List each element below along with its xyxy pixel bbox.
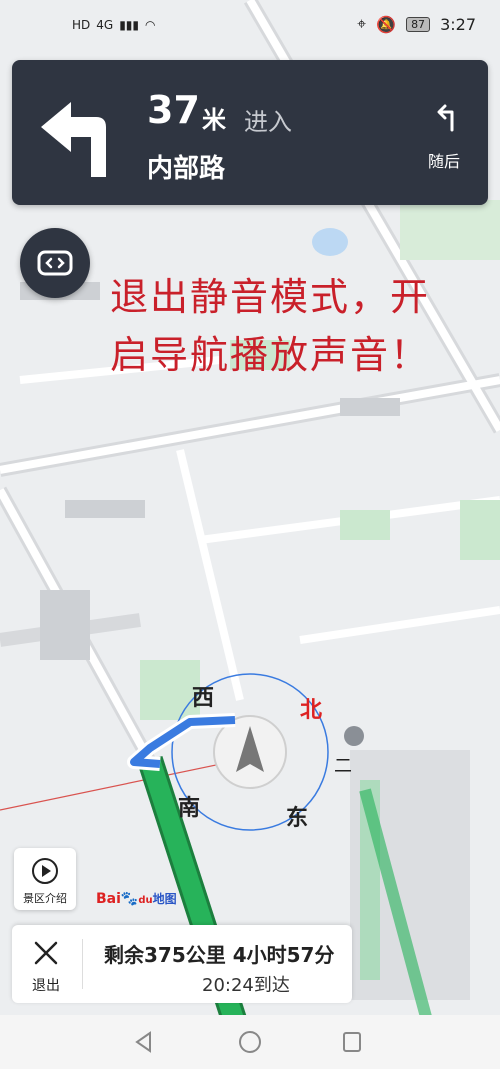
voice-mode-button[interactable] bbox=[20, 228, 90, 298]
battery-indicator: 87 bbox=[406, 16, 431, 32]
signal-icon: ▮▮▮ bbox=[119, 18, 140, 32]
location-icon: ⌖ bbox=[357, 14, 367, 33]
turn-left-arrow-icon bbox=[41, 102, 106, 177]
compass-east: 东 bbox=[286, 806, 309, 831]
status-time: 3:27 bbox=[440, 14, 476, 34]
distance-unit: 米 bbox=[202, 106, 226, 134]
logo-ditu: 地图 bbox=[152, 892, 177, 906]
scenic-intro-label: 景区介绍 bbox=[23, 892, 67, 905]
compass-south: 南 bbox=[178, 796, 201, 821]
compass-north: 北 bbox=[300, 698, 323, 723]
map-poi-label: 二 bbox=[334, 756, 352, 777]
recents-icon[interactable] bbox=[342, 1031, 362, 1053]
home-icon[interactable] bbox=[237, 1029, 263, 1055]
close-icon bbox=[34, 941, 58, 965]
network-indicator: 4G bbox=[96, 18, 114, 32]
back-icon[interactable] bbox=[132, 1030, 156, 1054]
baidu-map-logo: Bai🐾du地图 bbox=[96, 890, 177, 907]
logo-du: du bbox=[138, 895, 153, 906]
route-summary-bar[interactable]: 退出 剩余375公里 4小时57分 20:24到达 bbox=[12, 925, 352, 1003]
hd-indicator: HD bbox=[72, 18, 91, 32]
turn-instruction-card[interactable]: 37 米 进入 内部路 随后 bbox=[12, 60, 488, 205]
arrival-time: 20:24到达 bbox=[202, 975, 290, 996]
next-turn-label: 随后 bbox=[428, 152, 461, 171]
overlay-message: 退出静音模式，开 启导航播放声音！ bbox=[110, 268, 500, 384]
compass-west: 西 bbox=[192, 686, 215, 711]
divider bbox=[82, 939, 83, 989]
status-left-icons: HD 4G ▮▮▮ ◠ bbox=[72, 18, 156, 32]
road-name: 内部路 bbox=[147, 154, 226, 184]
overlay-message-line1: 退出静音模式，开 bbox=[110, 275, 431, 319]
turn-action: 进入 bbox=[244, 108, 292, 136]
scenic-intro-button[interactable]: 景区介绍 bbox=[14, 848, 76, 910]
status-bar: HD 4G ▮▮▮ ◠ ⌖ 🔕 87 3:27 bbox=[0, 0, 500, 60]
bell-off-icon: 🔕 bbox=[376, 14, 397, 34]
logo-bai: Bai bbox=[96, 891, 121, 907]
overlay-message-line2: 启导航播放声音！ bbox=[110, 333, 431, 377]
voice-mute-icon bbox=[37, 250, 73, 276]
paw-icon: 🐾 bbox=[120, 891, 139, 907]
system-navigation-bar bbox=[0, 1015, 500, 1069]
next-turn-left-icon bbox=[437, 104, 454, 132]
play-circle-icon bbox=[32, 858, 58, 884]
status-right-icons: ⌖ 🔕 87 3:27 bbox=[357, 14, 476, 34]
wifi-icon: ◠ bbox=[145, 18, 156, 32]
remaining-distance-time: 剩余375公里 4小时57分 bbox=[104, 943, 335, 967]
turn-distance: 37 bbox=[147, 88, 200, 132]
exit-navigation-button[interactable]: 退出 bbox=[12, 925, 80, 1003]
exit-label: 退出 bbox=[32, 978, 60, 994]
